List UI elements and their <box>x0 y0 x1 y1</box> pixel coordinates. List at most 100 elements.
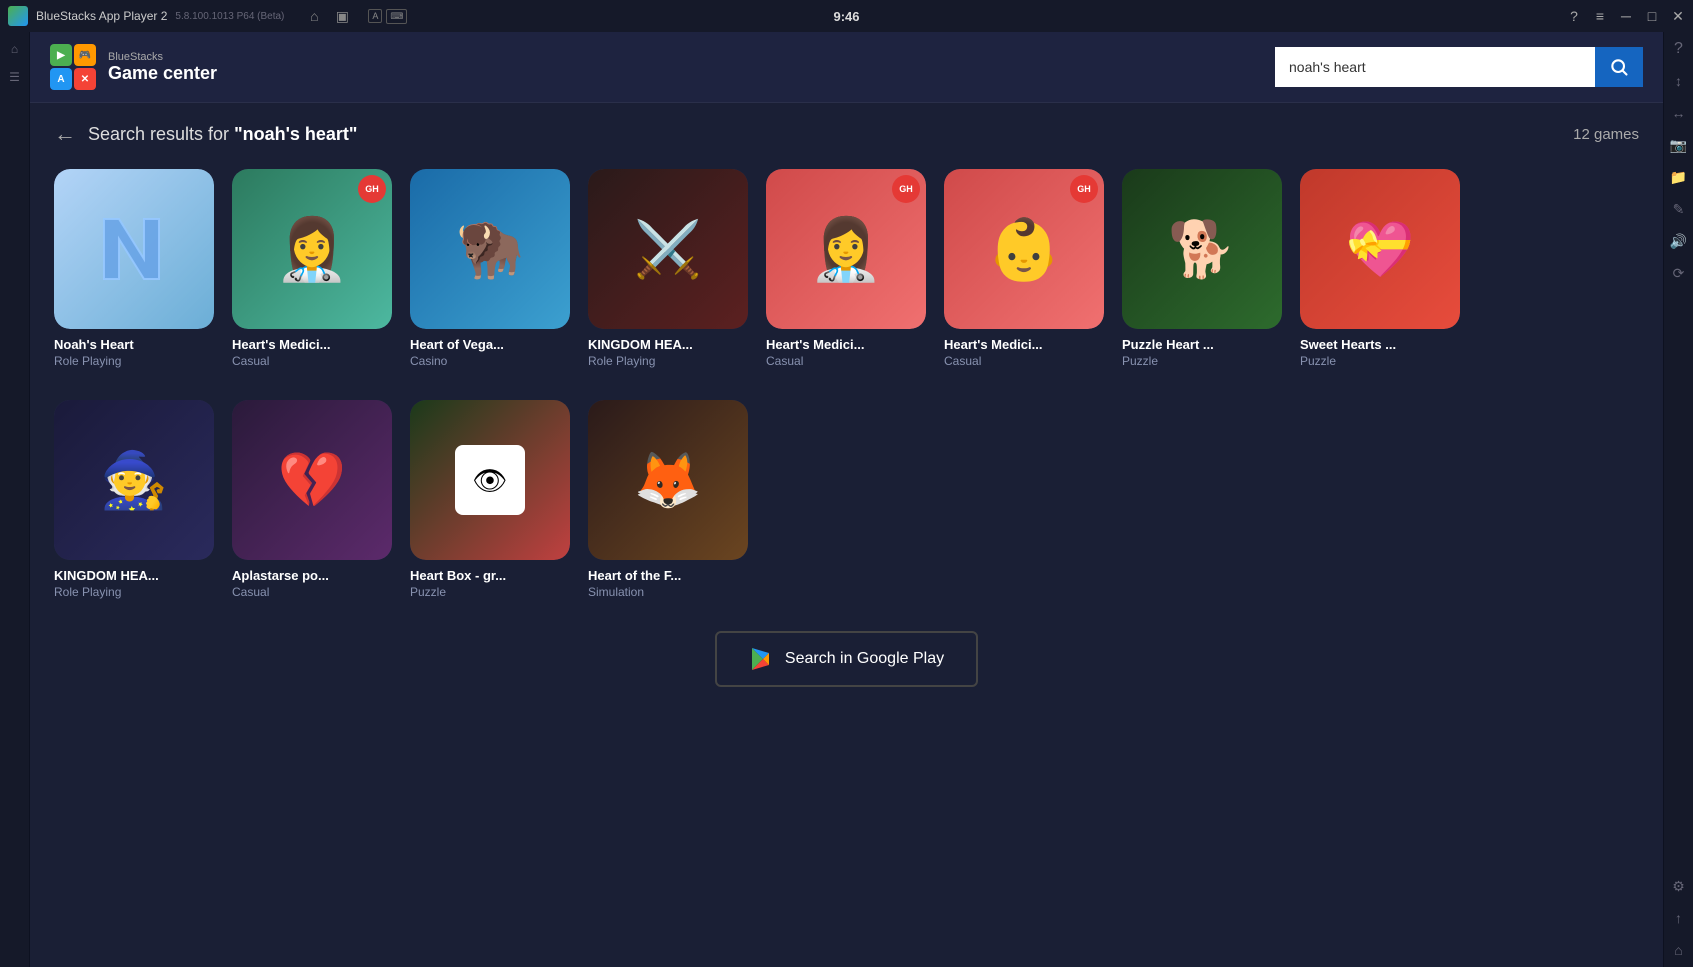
close-icon[interactable]: ✕ <box>1671 9 1685 23</box>
game-thumb-inner-4: ⚔️ <box>588 169 748 329</box>
game-genre-10: Casual <box>232 585 392 599</box>
game-card-4[interactable]: ⚔️ KINGDOM HEA... Role Playing <box>588 169 748 368</box>
right-panel: ? ↕ ↔ 📷 📁 ✎ 🔊 ⟳ ⚙ ↑ ⌂ <box>1663 32 1693 967</box>
game-genre-2: Casual <box>232 354 392 368</box>
game-name-6: Heart's Medici... <box>944 337 1104 352</box>
back-button[interactable]: ← <box>54 123 76 145</box>
game-name-7: Puzzle Heart ... <box>1122 337 1282 352</box>
title-bar: BlueStacks App Player 2 5.8.100.1013 P64… <box>0 0 1693 32</box>
game-name-1: Noah's Heart <box>54 337 214 352</box>
google-play-row: Search in Google Play <box>54 631 1639 687</box>
game-card-5[interactable]: 👩‍⚕️ GH Heart's Medici... Casual <box>766 169 926 368</box>
bs-icon-row-bottom: A ✕ <box>50 68 96 90</box>
game-card-7[interactable]: 🐕 Puzzle Heart ... Puzzle <box>1122 169 1282 368</box>
main-layout: ⌂ ☰ ▶ 🎮 A ✕ BlueStacks Game <box>0 32 1693 967</box>
right-panel-icon-up[interactable]: ↑ <box>1670 909 1688 927</box>
right-panel-icon-2[interactable]: ↕ <box>1670 72 1688 90</box>
right-panel-icon-5[interactable]: ✎ <box>1670 200 1688 218</box>
game-thumb-7: 🐕 <box>1122 169 1282 329</box>
back-left: ← Search results for "noah's heart" <box>54 123 357 145</box>
menu-icon[interactable]: ≡ <box>1593 9 1607 23</box>
game-thumb-inner-3: 🦬 <box>410 169 570 329</box>
google-play-label: Search in Google Play <box>785 650 944 668</box>
game-genre-7: Puzzle <box>1122 354 1282 368</box>
game-thumb-6: 👶 GH <box>944 169 1104 329</box>
bs-icon-green: ▶ <box>50 44 72 66</box>
game-genre-6: Casual <box>944 354 1104 368</box>
keyboard-icon: ⌨ <box>386 9 407 24</box>
play-store-icon <box>749 647 773 671</box>
game-thumb-inner-1 <box>54 169 214 329</box>
title-bar-left: BlueStacks App Player 2 5.8.100.1013 P64… <box>8 6 407 26</box>
game-thumb-1 <box>54 169 214 329</box>
right-panel-icon-rotate[interactable]: ⟳ <box>1670 264 1688 282</box>
game-grid: Noah's Heart Role Playing 👩‍⚕️ GH Heart'… <box>54 169 1639 368</box>
game-card-9[interactable]: 🧙 KINGDOM HEA... Role Playing <box>54 400 214 599</box>
game-card-12[interactable]: 🦊 Heart of the F... Simulation <box>588 400 748 599</box>
game-thumb-12: 🦊 <box>588 400 748 560</box>
right-panel-icon-1[interactable]: ? <box>1670 40 1688 58</box>
bluestacks-logo: ▶ 🎮 A ✕ <box>50 44 96 90</box>
game-name-2: Heart's Medici... <box>232 337 392 352</box>
game-card-6[interactable]: 👶 GH Heart's Medici... Casual <box>944 169 1104 368</box>
game-thumb-inner-10: 💔 <box>232 400 392 560</box>
noahs-heart-logo <box>89 204 179 294</box>
game-thumb-inner-7: 🐕 <box>1122 169 1282 329</box>
right-panel-icon-3[interactable]: ↔ <box>1670 104 1688 122</box>
title-bar-time: 9:46 <box>833 9 859 24</box>
google-play-button[interactable]: Search in Google Play <box>715 631 978 687</box>
brand-text: BlueStacks Game center <box>108 51 217 84</box>
a-icon: A <box>368 9 382 23</box>
help-icon[interactable]: ? <box>1567 9 1581 23</box>
game-thumb-inner-9: 🧙 <box>54 400 214 560</box>
minimize-icon[interactable]: ─ <box>1619 9 1633 23</box>
multi-instance-icon[interactable]: ▣ <box>332 6 352 26</box>
game-card-1[interactable]: Noah's Heart Role Playing <box>54 169 214 368</box>
game-card-8[interactable]: 💝 Sweet Hearts ... Puzzle <box>1300 169 1460 368</box>
game-thumb-3: 🦬 <box>410 169 570 329</box>
game-card-10[interactable]: 💔 Aplastarse po... Casual <box>232 400 392 599</box>
home-nav-icon[interactable]: ⌂ <box>304 6 324 26</box>
game-count: 12 games <box>1573 126 1639 143</box>
right-panel-icon-camera[interactable]: 📷 <box>1670 136 1688 154</box>
window-controls: ? ≡ ─ □ ✕ <box>1567 9 1685 23</box>
game-grid-2: 🧙 KINGDOM HEA... Role Playing 💔 Aplastar… <box>54 400 1639 599</box>
right-panel-icon-volume[interactable]: 🔊 <box>1670 232 1688 250</box>
title-nav-icons: ⌂ ▣ <box>304 6 352 26</box>
game-thumb-inner-12: 🦊 <box>588 400 748 560</box>
right-panel-icon-home[interactable]: ⌂ <box>1670 941 1688 959</box>
game-thumb-inner-11: 👁 <box>410 400 570 560</box>
right-panel-icon-settings[interactable]: ⚙ <box>1670 877 1688 895</box>
brand-subtitle: Game center <box>108 63 217 84</box>
game-genre-1: Role Playing <box>54 354 214 368</box>
game-thumb-5: 👩‍⚕️ GH <box>766 169 926 329</box>
game-badge-5: GH <box>892 175 920 203</box>
game-thumb-inner-6: 👶 GH <box>944 169 1104 329</box>
search-input[interactable] <box>1275 47 1595 87</box>
game-thumb-11: 👁 <box>410 400 570 560</box>
game-card-2[interactable]: 👩‍⚕️ GH Heart's Medici... Casual <box>232 169 392 368</box>
game-thumb-10: 💔 <box>232 400 392 560</box>
game-badge-2: GH <box>358 175 386 203</box>
bluestacks-app-icon <box>8 6 28 26</box>
left-strip-icon-1[interactable]: ⌂ <box>6 40 24 58</box>
content-area: ← Search results for "noah's heart" 12 g… <box>30 103 1663 967</box>
game-name-12: Heart of the F... <box>588 568 748 583</box>
game-thumb-inner-2: 👩‍⚕️ GH <box>232 169 392 329</box>
search-button[interactable] <box>1595 47 1643 87</box>
game-card-11[interactable]: 👁 Heart Box - gr... Puzzle <box>410 400 570 599</box>
bs-icon-blue: A <box>50 68 72 90</box>
title-bar-app-name: BlueStacks App Player 2 <box>36 9 167 23</box>
search-results-text: Search results for "noah's heart" <box>88 124 357 145</box>
game-genre-11: Puzzle <box>410 585 570 599</box>
game-genre-9: Role Playing <box>54 585 214 599</box>
bs-icon-orange: 🎮 <box>74 44 96 66</box>
left-strip-icon-2[interactable]: ☰ <box>6 68 24 86</box>
game-card-3[interactable]: 🦬 Heart of Vega... Casino <box>410 169 570 368</box>
right-panel-icon-folder[interactable]: 📁 <box>1670 168 1688 186</box>
game-name-8: Sweet Hearts ... <box>1300 337 1460 352</box>
maximize-icon[interactable]: □ <box>1645 9 1659 23</box>
game-name-5: Heart's Medici... <box>766 337 926 352</box>
title-bar-version: 5.8.100.1013 P64 (Beta) <box>175 11 284 22</box>
game-thumb-inner-8: 💝 <box>1300 169 1460 329</box>
